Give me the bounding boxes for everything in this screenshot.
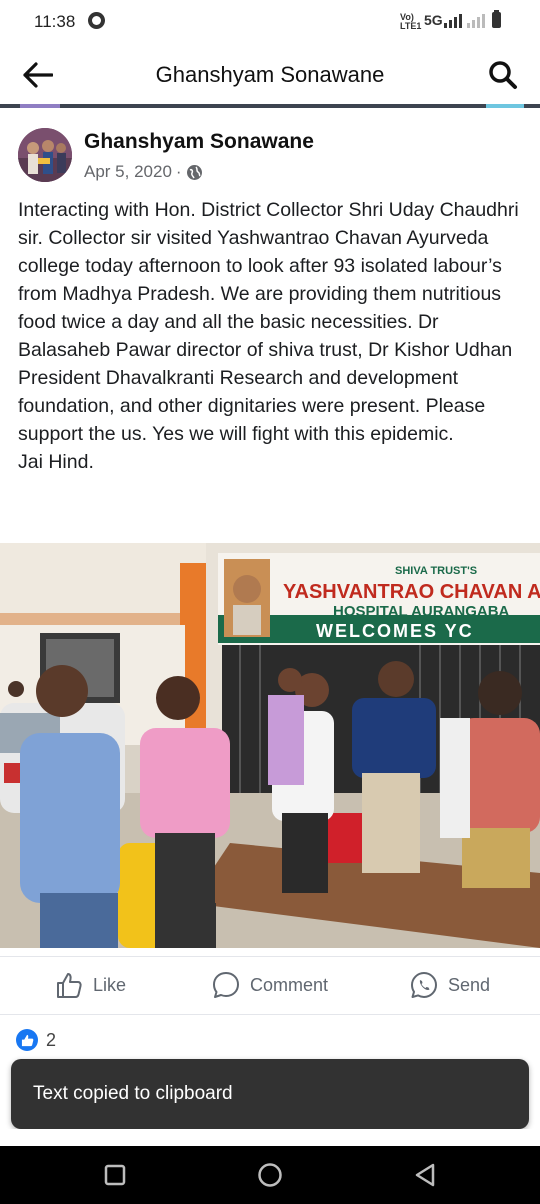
page-title: Ghanshyam Sonawane	[155, 62, 385, 87]
triangle-back-icon	[415, 1163, 435, 1187]
photo-scene: SHIVA TRUST'S YASHVANTRAO CHAVAN A HOSPI…	[0, 543, 540, 948]
banner-line-2: YASHVANTRAO CHAVAN A	[283, 581, 540, 603]
send-button[interactable]: Send	[410, 960, 490, 1010]
like-button[interactable]: Like	[55, 960, 126, 1010]
header-accent-left	[20, 104, 60, 108]
header-divider	[0, 104, 540, 108]
globe-icon	[186, 164, 202, 180]
feed-background	[0, 1129, 540, 1146]
network-type-label: 5G	[424, 12, 443, 28]
toast: Text copied to clipboard	[11, 1059, 529, 1129]
comment-label: Comment	[250, 974, 329, 995]
volte-indicator: Vo) LTE1	[400, 12, 422, 31]
signal-strength-icon	[444, 14, 462, 28]
like-reaction-icon	[16, 1029, 38, 1051]
post-text: Interacting with Hon. District Collector…	[18, 199, 519, 473]
home-button[interactable]	[255, 1160, 285, 1190]
signal-strength-sim2-icon	[467, 14, 485, 28]
notification-icon	[88, 12, 105, 29]
system-nav-bar	[0, 1146, 540, 1204]
toast-message: Text copied to clipboard	[33, 1083, 233, 1104]
circle-icon	[258, 1163, 282, 1187]
header-accent-right	[486, 104, 524, 108]
meta-separator: ·	[175, 162, 182, 181]
avatar[interactable]	[18, 128, 72, 182]
author-name[interactable]: Ghanshyam Sonawane	[84, 130, 314, 154]
banner-line-3: HOSPITAL AURANGABA	[333, 603, 510, 620]
status-bar: 11:38 Vo) LTE1 5G	[0, 0, 540, 44]
send-label: Send	[448, 974, 491, 995]
comment-button[interactable]: Comment	[212, 960, 328, 1010]
square-icon	[104, 1164, 126, 1186]
app-header: Ghanshyam Sonawane	[0, 44, 540, 104]
search-icon	[489, 61, 517, 89]
banner-line-4: WELCOMES YC	[316, 621, 474, 641]
whatsapp-icon	[411, 972, 437, 998]
reaction-count: 2	[46, 1029, 57, 1050]
avatar-image	[18, 128, 72, 182]
like-label: Like	[93, 974, 127, 995]
post-photo[interactable]: SHIVA TRUST'S YASHVANTRAO CHAVAN A HOSPI…	[0, 543, 540, 948]
search-button[interactable]	[484, 56, 522, 94]
post-date[interactable]: Apr 5, 2020	[84, 162, 172, 182]
comment-icon	[213, 972, 239, 998]
actions-bottom-divider	[0, 1014, 540, 1015]
actions-top-divider	[0, 956, 540, 957]
thumbs-up-icon	[57, 973, 82, 998]
battery-icon	[492, 10, 501, 28]
back-nav-button[interactable]	[410, 1160, 440, 1190]
status-time: 11:38	[34, 12, 76, 31]
recent-apps-button[interactable]	[100, 1160, 130, 1190]
banner-line-1: SHIVA TRUST'S	[395, 565, 477, 577]
reactions-summary[interactable]: 2	[16, 1029, 56, 1051]
post-actions: Like Comment Send	[0, 960, 540, 1010]
post-meta: Apr 5, 2020 ·	[84, 162, 203, 182]
